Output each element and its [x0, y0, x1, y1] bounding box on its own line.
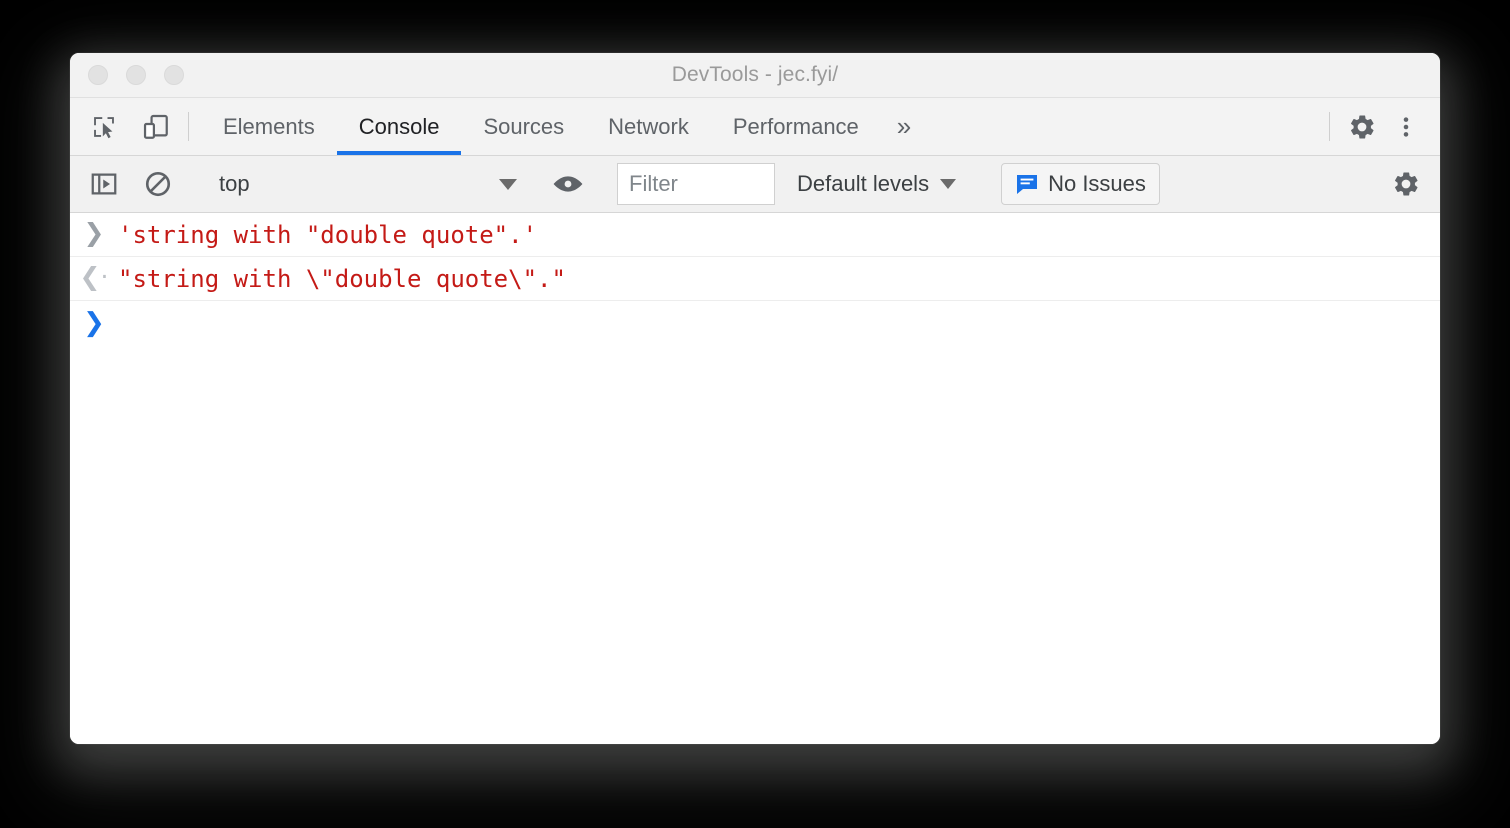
- issues-label: No Issues: [1048, 171, 1146, 196]
- console-prompt-chevron: ❯: [70, 308, 118, 336]
- chevron-left-dot-icon: ❮·: [79, 262, 109, 291]
- live-expression-eye-icon[interactable]: [548, 164, 588, 204]
- devtools-tabs: Elements Console Sources Network Perform…: [201, 98, 1317, 155]
- filter-input[interactable]: Filter: [617, 163, 775, 205]
- screenshot-root: DevTools - jec.fyi/ Elements Console Sou…: [0, 0, 1510, 828]
- tabbar-tool-icons: [70, 98, 176, 155]
- tab-console[interactable]: Console: [336, 98, 462, 155]
- execution-context-value: top: [219, 171, 250, 196]
- console-result-chevron: ❮·: [70, 262, 118, 289]
- console-toolbar: top Filter Default levels No Issues: [70, 156, 1440, 213]
- chevron-down-icon: [499, 178, 517, 190]
- console-result-text: "string with \"double quote\".": [118, 265, 566, 293]
- window-controls: [88, 65, 184, 85]
- clear-console-icon[interactable]: [138, 164, 178, 204]
- window-title: DevTools - jec.fyi/: [671, 63, 839, 86]
- tab-network[interactable]: Network: [586, 98, 711, 155]
- tab-performance[interactable]: Performance: [711, 98, 881, 155]
- more-options-icon[interactable]: [1386, 107, 1426, 147]
- inspect-element-icon[interactable]: [84, 107, 124, 147]
- chevron-down-icon: [940, 179, 957, 189]
- console-input-row[interactable]: ❯ 'string with "double quote".': [70, 213, 1440, 257]
- console-message-list[interactable]: ❯ 'string with "double quote".' ❮· "stri…: [70, 213, 1440, 744]
- console-prompt-row[interactable]: ❯: [70, 301, 1440, 345]
- maximize-window-button[interactable]: [164, 65, 184, 85]
- execution-context-select[interactable]: top: [207, 171, 527, 197]
- chevron-right-icon: ❯: [83, 218, 105, 247]
- console-input-chevron: ❯: [70, 218, 118, 245]
- close-window-button[interactable]: [88, 65, 108, 85]
- console-input-text: 'string with "double quote".': [118, 221, 538, 249]
- issues-status-button[interactable]: No Issues: [1001, 163, 1160, 205]
- minimize-window-button[interactable]: [126, 65, 146, 85]
- console-sidebar-toggle-icon[interactable]: [84, 164, 124, 204]
- log-levels-select[interactable]: Default levels: [797, 171, 957, 197]
- console-settings-gear-icon[interactable]: [1386, 164, 1426, 204]
- log-levels-value: Default levels: [797, 171, 930, 196]
- settings-gear-icon[interactable]: [1342, 107, 1382, 147]
- tabbar-divider-left: [188, 112, 189, 141]
- device-toolbar-icon[interactable]: [136, 107, 176, 147]
- devtools-window: DevTools - jec.fyi/ Elements Console Sou…: [70, 53, 1440, 744]
- tabbar-divider-right: [1329, 112, 1330, 141]
- console-result-row[interactable]: ❮· "string with \"double quote\".": [70, 257, 1440, 301]
- tabbar-right-icons: [1342, 98, 1440, 155]
- window-titlebar: DevTools - jec.fyi/: [70, 53, 1440, 98]
- devtools-tabbar: Elements Console Sources Network Perform…: [70, 98, 1440, 156]
- tab-elements[interactable]: Elements: [201, 98, 337, 155]
- more-tabs-icon[interactable]: »: [881, 98, 927, 155]
- chevron-right-icon: ❯: [83, 308, 105, 338]
- issues-speech-bubble-icon: [1015, 173, 1039, 195]
- tab-sources[interactable]: Sources: [461, 98, 586, 155]
